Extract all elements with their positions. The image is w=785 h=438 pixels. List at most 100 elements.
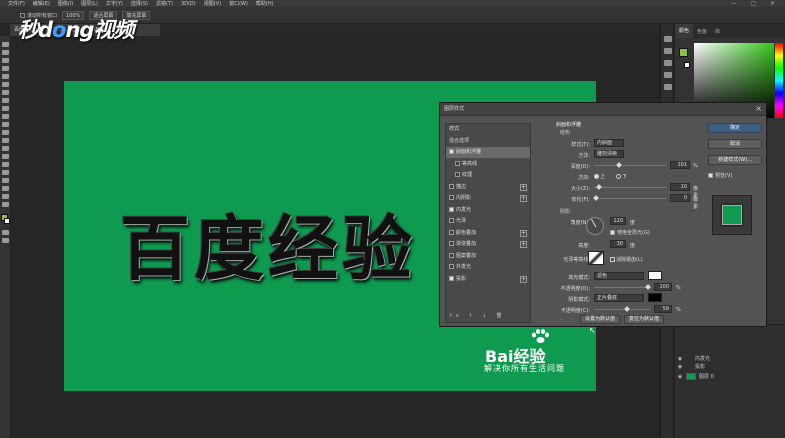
- style-dropdown[interactable]: 内斜面: [594, 139, 624, 147]
- type-tool-icon[interactable]: [2, 162, 9, 167]
- style-item[interactable]: 外发光: [446, 262, 530, 274]
- hand-tool-icon[interactable]: [2, 186, 9, 191]
- gradient-tool-icon[interactable]: [2, 130, 9, 135]
- global-light-checkbox[interactable]: [610, 230, 615, 235]
- menu-item-edit[interactable]: 编辑(E): [33, 0, 50, 7]
- preview-option[interactable]: 预览(V): [708, 171, 732, 183]
- style-checkbox[interactable]: [449, 275, 454, 281]
- style-item[interactable]: 投影 +: [446, 274, 530, 285]
- style-item[interactable]: 图案叠加: [446, 251, 530, 262]
- shadow-opacity-input[interactable]: 59: [654, 305, 672, 313]
- eyedropper-tool-icon[interactable]: [2, 82, 9, 87]
- angle-input[interactable]: 120: [610, 217, 626, 225]
- stamp-tool-icon[interactable]: [2, 106, 9, 111]
- tab-libraries[interactable]: 库: [711, 28, 724, 35]
- add-effect-icon[interactable]: +: [520, 183, 527, 191]
- menu-item-select[interactable]: 选择(S): [131, 0, 148, 7]
- tab-swatches[interactable]: 色板: [693, 28, 711, 35]
- panel-foreground-swatch[interactable]: [679, 48, 688, 57]
- soften-input[interactable]: 0: [670, 194, 690, 202]
- layer-row[interactable]: ◉ 图层 0: [677, 373, 783, 382]
- add-effect-icon[interactable]: +: [520, 195, 527, 202]
- shadow-opacity-knob[interactable]: [623, 306, 630, 312]
- window-controls[interactable]: — ▢ ✕: [730, 0, 781, 7]
- style-checkbox[interactable]: [449, 183, 454, 189]
- ok-button[interactable]: 确定: [708, 123, 762, 133]
- brush-panel-icon[interactable]: [664, 84, 672, 90]
- style-item[interactable]: 内阴影 +: [446, 193, 530, 205]
- antialias-checkbox[interactable]: [610, 257, 615, 262]
- move-tool-icon[interactable]: [2, 42, 9, 47]
- style-checkbox[interactable]: [449, 241, 454, 246]
- shadow-opacity-slider[interactable]: [594, 306, 650, 312]
- hue-slider[interactable]: [775, 43, 783, 118]
- dodge-tool-icon[interactable]: [2, 146, 9, 151]
- properties-panel-icon[interactable]: [664, 48, 672, 54]
- technique-dropdown[interactable]: 雕刻清晰: [594, 150, 624, 158]
- quick-mask-icon[interactable]: [2, 230, 9, 235]
- styles-header[interactable]: 样式: [446, 124, 530, 136]
- depth-slider[interactable]: [594, 162, 666, 168]
- style-item[interactable]: 描边 +: [446, 182, 530, 193]
- soften-slider-knob[interactable]: [593, 195, 599, 201]
- style-checkbox[interactable]: [449, 264, 454, 269]
- pen-tool-icon[interactable]: [2, 154, 9, 159]
- style-checkbox[interactable]: [449, 229, 454, 235]
- character-panel-icon[interactable]: [664, 60, 672, 66]
- crop-tool-icon[interactable]: [2, 74, 9, 79]
- shape-tool-icon[interactable]: [2, 178, 9, 183]
- size-slider[interactable]: [594, 184, 666, 190]
- eraser-tool-icon[interactable]: [2, 122, 9, 127]
- style-item[interactable]: 纹理: [446, 170, 530, 182]
- background-color-swatch[interactable]: [4, 218, 10, 224]
- global-light-option[interactable]: 使用全局光(G): [610, 228, 650, 240]
- set-default-button[interactable]: 设置为默认值: [580, 315, 620, 324]
- zoom-tool-icon[interactable]: [2, 194, 9, 199]
- style-item[interactable]: 内发光: [446, 205, 530, 216]
- panel-background-swatch[interactable]: [684, 62, 690, 68]
- altitude-input[interactable]: 30: [610, 240, 626, 248]
- style-item[interactable]: 等高线: [446, 159, 530, 170]
- style-checkbox[interactable]: [449, 252, 454, 258]
- highlight-color-swatch[interactable]: [648, 271, 662, 280]
- highlight-mode-dropdown[interactable]: 滤色: [594, 272, 644, 280]
- size-input[interactable]: 10: [670, 183, 690, 191]
- size-slider-knob[interactable]: [595, 184, 602, 190]
- radio-up[interactable]: [594, 174, 599, 179]
- menu-item-view[interactable]: 视图(V): [204, 0, 221, 7]
- menu-item-help[interactable]: 帮助(H): [256, 0, 274, 7]
- soften-slider[interactable]: [593, 195, 666, 201]
- style-checkbox[interactable]: [449, 206, 454, 212]
- marquee-tool-icon[interactable]: [2, 50, 9, 55]
- blend-options-item[interactable]: 混合选项: [446, 136, 530, 147]
- menu-item-layer[interactable]: 图层(L): [81, 0, 98, 7]
- preview-checkbox[interactable]: [708, 173, 713, 178]
- screen-mode-icon[interactable]: [2, 238, 9, 243]
- visibility-eye-icon[interactable]: ◉: [677, 363, 683, 372]
- history-panel-icon[interactable]: [664, 36, 672, 42]
- add-effect-icon[interactable]: +: [520, 229, 527, 237]
- style-item[interactable]: 斜面和浮雕: [446, 147, 530, 159]
- direction-up-option[interactable]: 上: [594, 173, 605, 180]
- menu-item-type[interactable]: 文字(Y): [106, 0, 123, 7]
- add-effect-icon[interactable]: +: [520, 241, 527, 248]
- paragraph-panel-icon[interactable]: [664, 72, 672, 78]
- style-item[interactable]: 渐变叠加 +: [446, 239, 530, 251]
- close-icon[interactable]: ×: [755, 104, 762, 113]
- depth-input[interactable]: 101: [670, 161, 690, 169]
- depth-slider-knob[interactable]: [616, 162, 622, 168]
- radio-down[interactable]: [616, 174, 621, 179]
- menu-item-file[interactable]: 文件(F): [8, 0, 25, 7]
- menu-item-filter[interactable]: 滤镜(T): [156, 0, 173, 7]
- antialias-option[interactable]: 消除锯齿(L): [610, 256, 643, 263]
- history-brush-tool-icon[interactable]: [2, 114, 9, 119]
- lasso-tool-icon[interactable]: [2, 58, 9, 63]
- more-tools-icon[interactable]: [2, 202, 9, 207]
- style-item[interactable]: 光泽: [446, 216, 530, 228]
- style-checkbox[interactable]: [449, 149, 454, 154]
- blur-tool-icon[interactable]: [2, 138, 9, 143]
- layer-effect-row[interactable]: ◉ 投影: [677, 363, 783, 372]
- visibility-eye-icon[interactable]: ◉: [677, 373, 683, 382]
- cancel-button[interactable]: 取消: [708, 139, 762, 149]
- style-checkbox[interactable]: [449, 218, 454, 223]
